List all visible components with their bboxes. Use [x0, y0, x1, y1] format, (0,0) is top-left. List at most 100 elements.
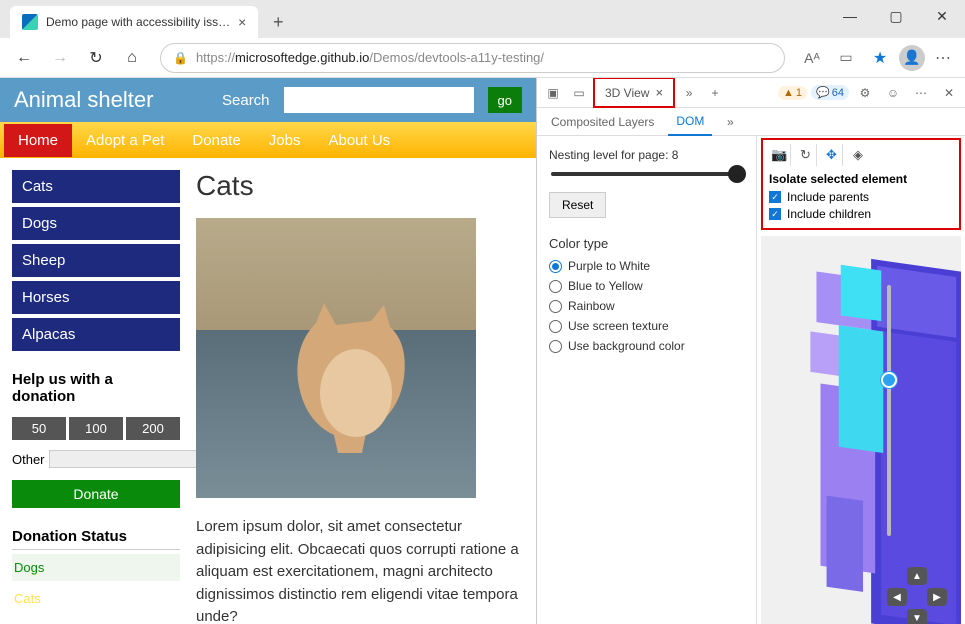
donate-button[interactable]: Donate [12, 480, 180, 508]
search-go-button[interactable]: go [488, 87, 522, 113]
include-children-check[interactable]: ✓Include children [769, 207, 953, 221]
amount-100[interactable]: 100 [69, 417, 123, 440]
nav-jobs[interactable]: Jobs [255, 124, 315, 157]
pan-icon[interactable]: ✥ [821, 144, 843, 166]
nesting-label: Nesting level for page: 8 [549, 148, 744, 162]
close-devtools-icon[interactable]: ✕ [937, 81, 961, 105]
status-dogs: Dogs [12, 554, 180, 581]
favorite-icon[interactable]: ★ [865, 43, 895, 73]
reader-icon[interactable]: Aᴬ [797, 43, 827, 73]
checkbox-icon: ✓ [769, 208, 781, 220]
close-3d-tab-icon[interactable]: × [655, 85, 663, 100]
sidebar-sheep[interactable]: Sheep [12, 244, 180, 277]
nesting-slider[interactable] [551, 172, 742, 176]
home-button[interactable]: ⌂ [116, 42, 148, 74]
minimize-button[interactable]: — [827, 0, 873, 32]
tab-title: Demo page with accessibility iss… [46, 15, 230, 29]
inspect-icon[interactable]: ▣ [541, 81, 565, 105]
back-button[interactable]: ← [8, 42, 40, 74]
address-bar[interactable]: 🔒 https://microsoftedge.github.io/Demos/… [160, 43, 785, 73]
main-nav: Home Adopt a Pet Donate Jobs About Us [0, 122, 536, 158]
menu-more-icon[interactable]: ⋯ [929, 48, 957, 68]
warnings-badge[interactable]: ▲ 1 [778, 86, 807, 100]
url-text: https://microsoftedge.github.io/Demos/de… [196, 50, 772, 65]
radio-icon [549, 260, 562, 273]
forward-button[interactable]: → [44, 42, 76, 74]
nav-pad: ▲ ▼ ◀ ▶ [887, 567, 947, 624]
favicon-icon [22, 14, 38, 30]
other-label: Other [12, 452, 45, 467]
device-icon[interactable]: ▭ [567, 81, 591, 105]
close-window-button[interactable]: ✕ [919, 0, 965, 32]
profile-avatar[interactable]: 👤 [899, 45, 925, 71]
zoom-slider[interactable] [887, 285, 891, 536]
search-label: Search [222, 92, 270, 109]
sidebar-alpacas[interactable]: Alpacas [12, 318, 180, 351]
page-viewport[interactable]: Animal shelter Search go Home Adopt a Pe… [0, 78, 536, 624]
donation-heading: Help us with a donation [12, 371, 180, 405]
refresh-button[interactable]: ↻ [80, 42, 112, 74]
title-bar: Demo page with accessibility iss… × + — … [0, 0, 965, 38]
color-opt-2[interactable]: Rainbow [549, 299, 744, 313]
radio-icon [549, 300, 562, 313]
include-parents-check[interactable]: ✓Include parents [769, 190, 953, 204]
subtabs-overflow-icon[interactable]: » [718, 110, 742, 134]
close-tab-icon[interactable]: × [238, 14, 246, 30]
devtools-panel: ▣ ▭ 3D View × » + ▲ 1 💬 64 ⚙ ☺ ⋯ ✕ C [536, 78, 965, 624]
refresh-view-icon[interactable]: ↻ [795, 144, 817, 166]
cat-photo [196, 218, 476, 498]
radio-icon [549, 280, 562, 293]
color-opt-0[interactable]: Purple to White [549, 259, 744, 273]
amount-200[interactable]: 200 [126, 417, 180, 440]
subtab-composited[interactable]: Composited Layers [543, 109, 662, 135]
pan-left-button[interactable]: ◀ [887, 588, 907, 606]
tabs-overflow-icon[interactable]: » [677, 81, 701, 105]
article-paragraph: Lorem ipsum dolor, sit amet consectetur … [196, 516, 524, 624]
nav-adopt[interactable]: Adopt a Pet [72, 124, 178, 157]
pan-down-button[interactable]: ▼ [907, 609, 927, 624]
nav-home[interactable]: Home [4, 124, 72, 157]
messages-badge[interactable]: 💬 64 [811, 85, 849, 100]
devtools-more-icon[interactable]: ⋯ [909, 81, 933, 105]
color-type-heading: Color type [549, 236, 744, 251]
sidebar-dogs[interactable]: Dogs [12, 207, 180, 240]
new-tab-button[interactable]: + [264, 8, 292, 36]
tab-3d-view-label: 3D View [605, 86, 649, 100]
page-sidebar: Cats Dogs Sheep Horses Alpacas Help us w… [12, 170, 180, 624]
feedback-icon[interactable]: ☺ [881, 81, 905, 105]
collections-icon[interactable]: ▭ [831, 43, 861, 73]
search-input[interactable] [284, 87, 474, 113]
sidebar-horses[interactable]: Horses [12, 281, 180, 314]
nesting-slider-thumb[interactable] [728, 165, 746, 183]
subtab-dom[interactable]: DOM [668, 108, 712, 136]
status-heading: Donation Status [12, 528, 180, 550]
isolate-heading: Isolate selected element [769, 172, 953, 186]
page-banner: Animal shelter Search go [0, 78, 536, 122]
radio-icon [549, 340, 562, 353]
reset-button[interactable]: Reset [549, 192, 606, 218]
snapshot-icon[interactable]: 📷 [769, 144, 791, 166]
lock-icon: 🔒 [173, 51, 188, 65]
sidebar-cats[interactable]: Cats [12, 170, 180, 203]
nav-donate[interactable]: Donate [178, 124, 254, 157]
maximize-button[interactable]: ▢ [873, 0, 919, 32]
layers-icon[interactable]: ◈ [847, 144, 869, 166]
amount-50[interactable]: 50 [12, 417, 66, 440]
devtools-tabs: ▣ ▭ 3D View × » + ▲ 1 💬 64 ⚙ ☺ ⋯ ✕ [537, 78, 965, 108]
page-heading: Cats [196, 170, 524, 202]
dom-settings-pane: Nesting level for page: 8 Reset Color ty… [537, 136, 757, 624]
pan-up-button[interactable]: ▲ [907, 567, 927, 585]
color-opt-1[interactable]: Blue to Yellow [549, 279, 744, 293]
nav-about[interactable]: About Us [314, 124, 404, 157]
pan-right-button[interactable]: ▶ [927, 588, 947, 606]
color-opt-3[interactable]: Use screen texture [549, 319, 744, 333]
site-title: Animal shelter [14, 87, 208, 113]
tab-3d-view[interactable]: 3D View × [593, 78, 675, 108]
3d-viewport[interactable]: ▲ ▼ ◀ ▶ [761, 236, 961, 624]
add-tab-icon[interactable]: + [703, 81, 727, 105]
settings-icon[interactable]: ⚙ [853, 81, 877, 105]
color-opt-4[interactable]: Use background color [549, 339, 744, 353]
browser-tab[interactable]: Demo page with accessibility iss… × [10, 6, 258, 38]
checkbox-icon: ✓ [769, 191, 781, 203]
status-cats: Cats [12, 585, 180, 612]
